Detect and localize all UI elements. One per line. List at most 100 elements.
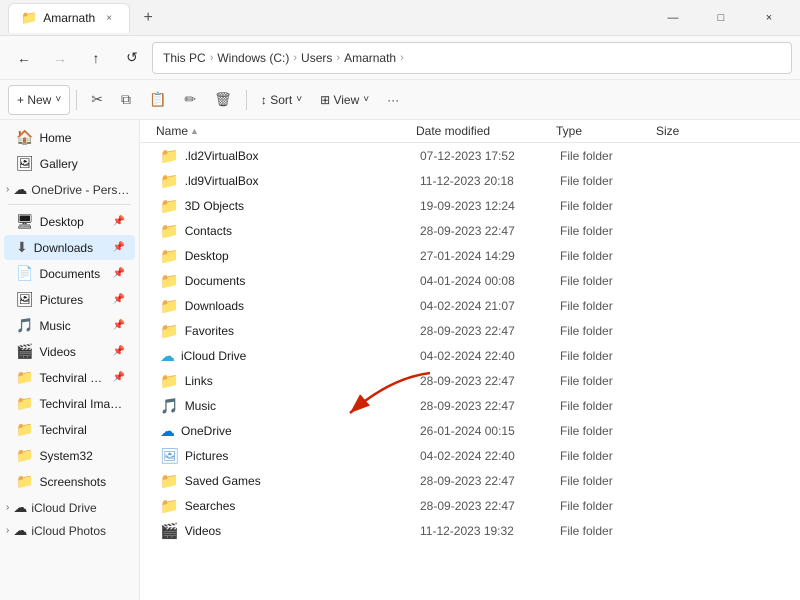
table-row[interactable]: 📁 Downloads 04-02-2024 21:07 File folder — [144, 294, 796, 318]
screenshots-icon: 📁 — [16, 473, 33, 490]
table-row[interactable]: 📁 Favorites 28-09-2023 22:47 File folder — [144, 319, 796, 343]
back-button[interactable]: ← — [8, 42, 40, 74]
content-area: 🏠 Home 🖼 Gallery › ☁ OneDrive - Persona … — [0, 120, 800, 600]
sidebar-divider — [8, 204, 131, 205]
file-date: 27-01-2024 14:29 — [420, 249, 560, 263]
sidebar-item-downloads[interactable]: ⬇ Downloads 📌 — [4, 235, 135, 260]
close-button[interactable]: × — [746, 2, 792, 34]
maximize-button[interactable]: □ — [698, 2, 744, 34]
nav-bar: ← → ↑ ↺ This PC › Windows (C:) › Users ›… — [0, 36, 800, 80]
rename-button[interactable]: ✏ — [176, 85, 204, 115]
view-button[interactable]: ⊞ View ˅ — [312, 85, 377, 115]
file-type: File folder — [560, 424, 660, 438]
file-name: Favorites — [185, 324, 234, 338]
delete-icon: 🗑 — [214, 91, 232, 108]
minimize-button[interactable]: — — [650, 2, 696, 34]
table-row[interactable]: ☁ OneDrive 26-01-2024 00:15 File folder — [144, 419, 796, 443]
sidebar-item-music[interactable]: 🎵 Music 📌 — [4, 313, 135, 338]
sidebar-icloud-drive-group[interactable]: › ☁ iCloud Drive — [0, 495, 139, 518]
column-name[interactable]: Name ▲ — [156, 124, 416, 138]
table-row[interactable]: 🎵 Music 28-09-2023 22:47 File folder — [144, 394, 796, 418]
onedrive-icon: ☁ — [13, 181, 27, 198]
view-label: ⊞ View — [320, 93, 359, 107]
file-icon: 📁 — [160, 197, 179, 215]
sidebar-label-techviral: Techviral — [39, 423, 125, 437]
file-date: 28-09-2023 22:47 — [420, 374, 560, 388]
sidebar-item-system32[interactable]: 📁 System32 — [4, 443, 135, 468]
table-row[interactable]: 📁 Contacts 28-09-2023 22:47 File folder — [144, 219, 796, 243]
breadcrumb-this-pc[interactable]: This PC — [163, 51, 206, 65]
sidebar-item-home[interactable]: 🏠 Home — [4, 125, 135, 150]
table-row[interactable]: 📁 Saved Games 28-09-2023 22:47 File fold… — [144, 469, 796, 493]
sidebar-item-techviral-images[interactable]: 📁 Techviral Images — [4, 391, 135, 416]
breadcrumb-sep-4: › — [400, 52, 404, 64]
copy-button[interactable]: ⧉ — [113, 85, 139, 115]
file-type: File folder — [560, 449, 660, 463]
breadcrumb: This PC › Windows (C:) › Users › Amarnat… — [152, 42, 792, 74]
paste-button[interactable]: 📋 — [141, 85, 174, 115]
new-tab-button[interactable]: + — [134, 4, 162, 32]
techviral-images-icon: 📁 — [16, 395, 33, 412]
file-name: Contacts — [185, 224, 232, 238]
file-icon: 📁 — [160, 172, 179, 190]
refresh-button[interactable]: ↺ — [116, 42, 148, 74]
up-button[interactable]: ↑ — [80, 42, 112, 74]
table-row[interactable]: 📁 3D Objects 19-09-2023 12:24 File folde… — [144, 194, 796, 218]
table-row[interactable]: 📁 Desktop 27-01-2024 14:29 File folder — [144, 244, 796, 268]
cut-button[interactable]: ✂ — [83, 85, 111, 115]
table-row[interactable]: 🎬 Videos 11-12-2023 19:32 File folder — [144, 519, 796, 543]
icloud-drive-icon: ☁ — [13, 499, 27, 516]
system32-icon: 📁 — [16, 447, 33, 464]
sidebar-item-techviral-docum[interactable]: 📁 Techviral Docum 📌 — [4, 365, 135, 390]
tab-close-button[interactable]: × — [101, 10, 117, 26]
sidebar-item-techviral[interactable]: 📁 Techviral — [4, 417, 135, 442]
sidebar-icloud-photos-group[interactable]: › ☁ iCloud Photos — [0, 518, 139, 541]
active-tab[interactable]: 📁 Amarnath × — [8, 3, 130, 33]
sidebar-item-videos[interactable]: 🎬 Videos 📌 — [4, 339, 135, 364]
sidebar-item-desktop[interactable]: 🖥 Desktop 📌 — [4, 209, 135, 234]
table-row[interactable]: 📁 Links 28-09-2023 22:47 File folder — [144, 369, 796, 393]
column-date[interactable]: Date modified — [416, 124, 556, 138]
file-type: File folder — [560, 474, 660, 488]
toolbar-divider-1 — [76, 90, 77, 110]
table-row[interactable]: 📁 Documents 04-01-2024 00:08 File folder — [144, 269, 796, 293]
breadcrumb-c-drive[interactable]: Windows (C:) — [217, 51, 289, 65]
forward-button[interactable]: → — [44, 42, 76, 74]
breadcrumb-users[interactable]: Users — [301, 51, 332, 65]
new-button[interactable]: + New ˅ — [8, 85, 70, 115]
sidebar-item-pictures[interactable]: 🖼 Pictures 📌 — [4, 287, 135, 312]
pin-icon-videos: 📌 — [113, 346, 125, 357]
breadcrumb-sep-3: › — [336, 52, 340, 64]
table-row[interactable]: 🖼 Pictures 04-02-2024 22:40 File folder — [144, 444, 796, 468]
file-icon: 📁 — [160, 497, 179, 515]
file-icon: 📁 — [160, 247, 179, 265]
table-row[interactable]: 📁 .ld9VirtualBox 11-12-2023 20:18 File f… — [144, 169, 796, 193]
sort-button[interactable]: ↕ Sort ˅ — [253, 85, 310, 115]
sidebar-item-gallery[interactable]: 🖼 Gallery — [4, 151, 135, 176]
techviral-docum-icon: 📁 — [16, 369, 33, 386]
downloads-icon: ⬇ — [16, 239, 28, 256]
file-icon: 🎵 — [160, 397, 179, 415]
sidebar-item-screenshots[interactable]: 📁 Screenshots — [4, 469, 135, 494]
column-size[interactable]: Size — [656, 124, 792, 138]
file-date: 28-09-2023 22:47 — [420, 324, 560, 338]
table-row[interactable]: ☁ iCloud Drive 04-02-2024 22:40 File fol… — [144, 344, 796, 368]
tab-area: 📁 Amarnath × + — [8, 3, 650, 33]
table-row[interactable]: 📁 Searches 28-09-2023 22:47 File folder — [144, 494, 796, 518]
sidebar-label-techviral-docum: Techviral Docum — [39, 371, 106, 385]
more-button[interactable]: ··· — [379, 85, 407, 115]
pin-icon-desktop: 📌 — [113, 216, 125, 227]
file-date: 28-09-2023 22:47 — [420, 399, 560, 413]
desktop-icon: 🖥 — [16, 213, 34, 230]
sidebar-item-documents[interactable]: 📄 Documents 📌 — [4, 261, 135, 286]
file-name: Saved Games — [185, 474, 261, 488]
file-icon: ☁ — [160, 347, 175, 365]
delete-button[interactable]: 🗑 — [206, 85, 240, 115]
music-icon: 🎵 — [16, 317, 33, 334]
breadcrumb-amarnath[interactable]: Amarnath — [344, 51, 396, 65]
table-row[interactable]: 📁 .ld2VirtualBox 07-12-2023 17:52 File f… — [144, 144, 796, 168]
sidebar-onedrive-group[interactable]: › ☁ OneDrive - Persona — [0, 177, 139, 200]
pin-icon-music: 📌 — [113, 320, 125, 331]
file-name: Documents — [185, 274, 246, 288]
column-type[interactable]: Type — [556, 124, 656, 138]
